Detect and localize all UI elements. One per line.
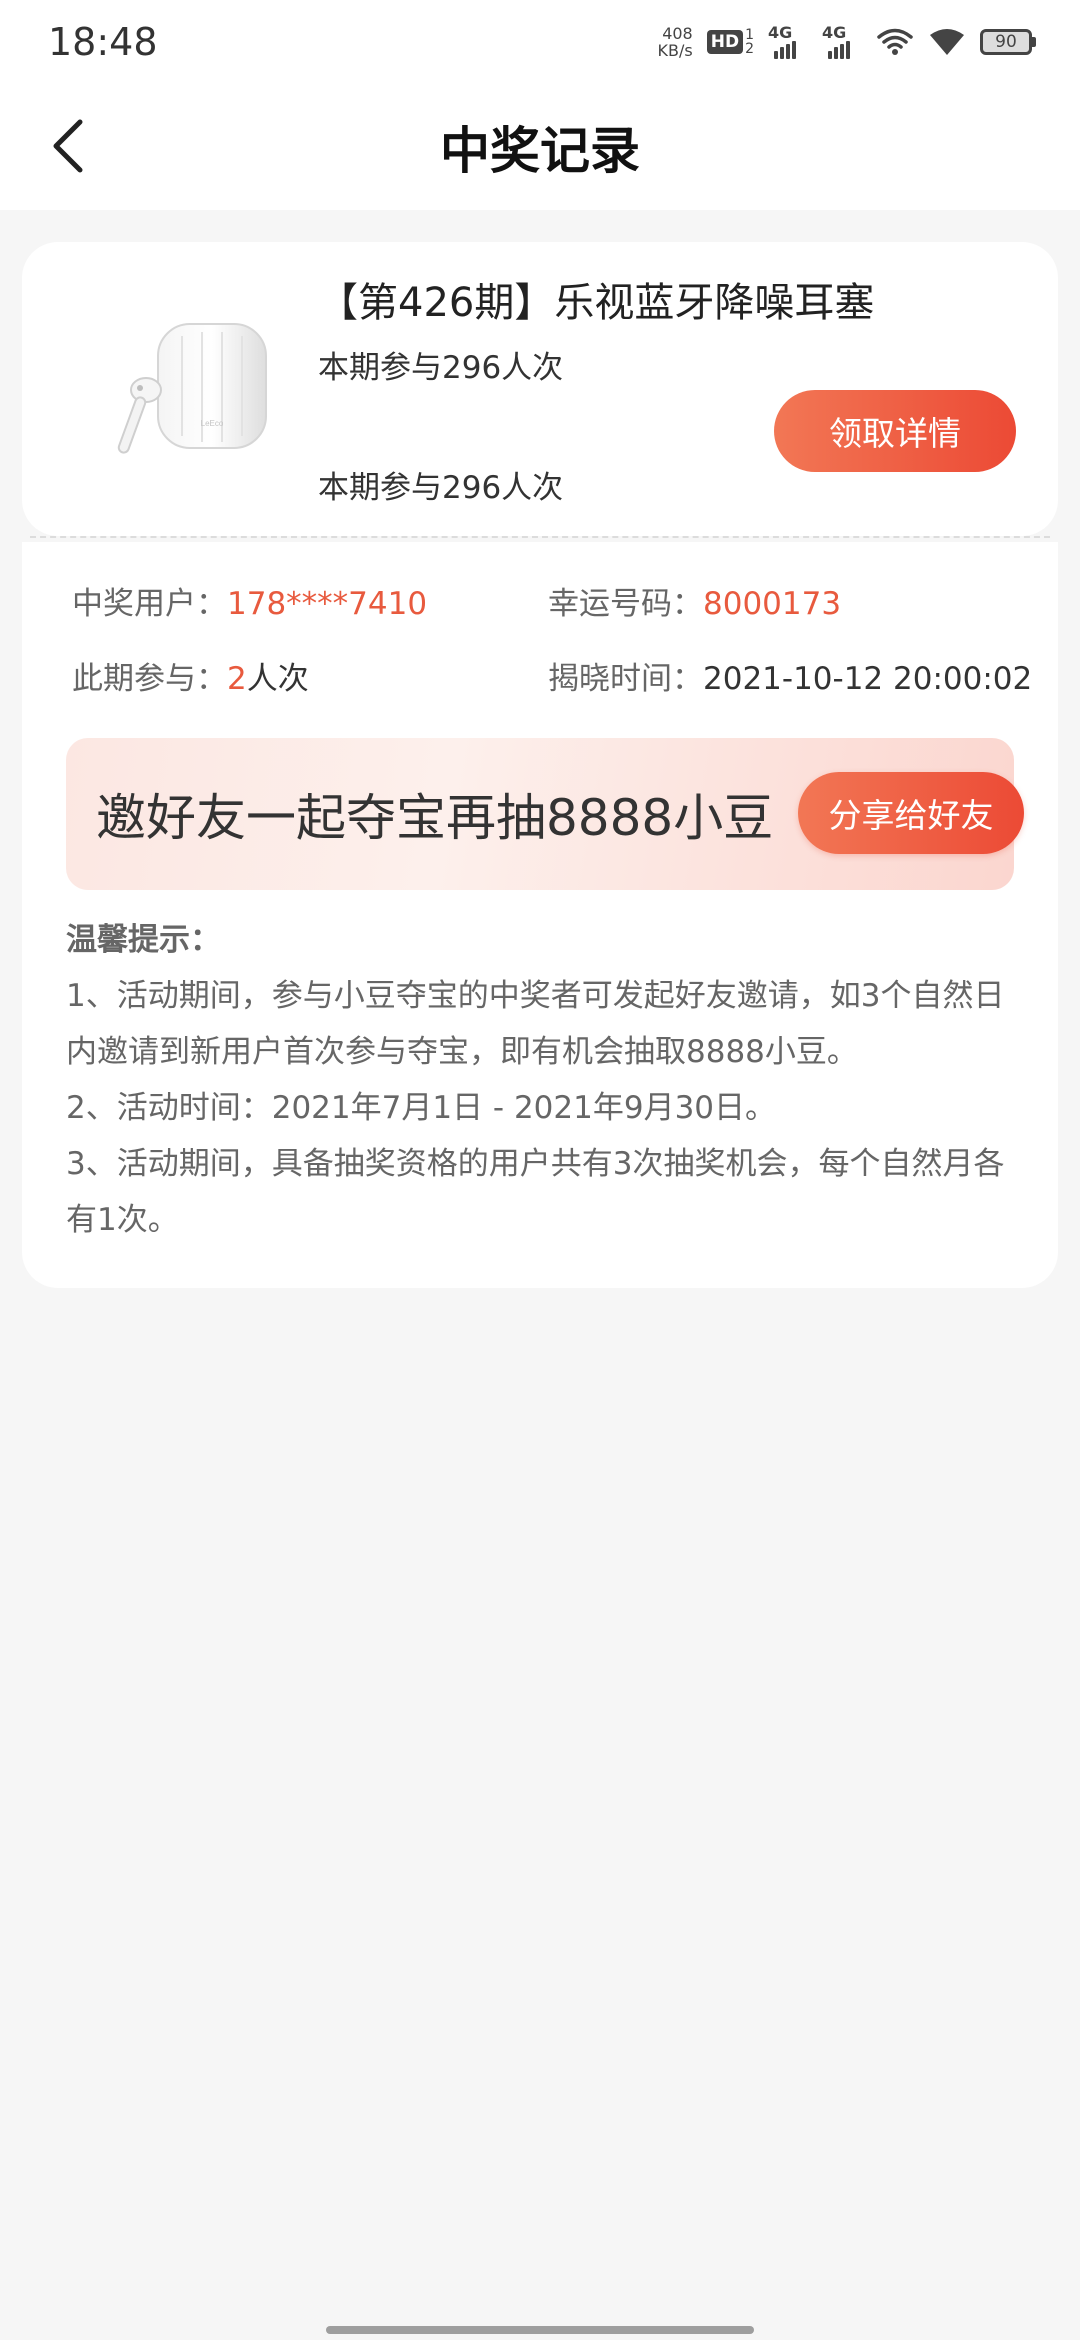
signal2-label: 4G <box>822 23 847 42</box>
battery-icon: 90 <box>980 29 1036 55</box>
chevron-left-icon <box>53 119 83 173</box>
back-button[interactable] <box>40 114 96 178</box>
network-speed: 408 KB/s <box>658 25 693 59</box>
tips-title: 温馨提示： <box>66 922 221 958</box>
winner-user-row: 中奖用户：178****7410 <box>72 578 427 623</box>
lucky-number-value: 8000173 <box>703 586 842 622</box>
page-title: 中奖记录 <box>440 122 640 180</box>
invite-text: 邀好友一起夺宝再抽8888小豆 <box>96 789 774 847</box>
product-card[interactable]: LeEco 【第426期】乐视蓝牙降噪耳塞 本期参与296人次 本期参与296人… <box>22 242 1058 536</box>
signal1-label: 4G <box>768 23 793 42</box>
status-icons: 408 KB/s HD 1 2 4G 4G 90 <box>658 23 1036 59</box>
network-speed-unit: KB/s <box>657 41 693 60</box>
hd-voice-icon: HD 1 2 <box>706 28 754 56</box>
tip-line-2: 2、活动时间：2021年7月1日 - 2021年9月30日。 <box>66 1090 777 1126</box>
share-to-friends-button[interactable]: 分享给好友 <box>798 772 1024 854</box>
lucky-number-label: 幸运号码： <box>548 586 703 622</box>
hd-label: HD <box>706 30 744 54</box>
details-card: 中奖用户：178****7410 幸运号码：8000173 此期参与：2人次 揭… <box>22 542 1058 1288</box>
product-brand-mark: LeEco <box>201 419 224 428</box>
product-title: 【第426期】乐视蓝牙降噪耳塞 <box>318 280 875 326</box>
tip-line-3: 3、活动期间，具备抽奖资格的用户共有3次抽奖机会，每个自然月各有1次。 <box>66 1146 1005 1238</box>
status-time: 18:48 <box>48 20 158 64</box>
winner-user-value: 178****7410 <box>227 586 428 622</box>
earbuds-product-image: LeEco <box>117 323 267 454</box>
battery-level: 90 <box>995 32 1017 52</box>
signal-icon-sim2: 4G <box>822 23 862 59</box>
tip-line-1: 1、活动期间，参与小豆夺宝的中奖者可发起好友邀请，如3个自然日内邀请到新用户首次… <box>66 978 1005 1070</box>
signal-icon-sim1: 4G <box>768 23 808 59</box>
invite-banner: 邀好友一起夺宝再抽8888小豆 分享给好友 <box>66 738 1024 890</box>
network-speed-value: 408 <box>662 24 693 43</box>
participation-count-value: 2 <box>227 661 247 697</box>
status-bar: 18:48 408 KB/s HD 1 2 4G 4G 90 <box>0 0 1080 84</box>
nav-bar: 中奖记录 <box>0 84 1080 210</box>
home-indicator[interactable] <box>326 2326 754 2334</box>
participation-count: 本期参与296人次 <box>318 350 564 386</box>
claim-details-button[interactable]: 领取详情 <box>774 390 1016 472</box>
reveal-time-label: 揭晓时间： <box>548 661 703 697</box>
participation-unit: 人次 <box>246 661 309 697</box>
reveal-time-row: 揭晓时间：2021-10-12 20:00:02 <box>548 653 1032 698</box>
participation-row: 此期参与：2人次 <box>72 653 309 698</box>
hd-sim-numbers: 1 2 <box>745 28 754 56</box>
participation-label: 此期参与： <box>72 661 227 697</box>
winner-user-label: 中奖用户： <box>72 586 227 622</box>
wifi-hotspot-icon <box>877 28 913 55</box>
reveal-time-value: 2021-10-12 20:00:02 <box>703 661 1033 697</box>
participation-count-secondary: 本期参与296人次 <box>318 470 564 506</box>
hd-sim2: 2 <box>745 41 754 57</box>
dashed-divider <box>30 536 1050 538</box>
lucky-number-row: 幸运号码：8000173 <box>548 578 841 623</box>
wifi-icon <box>930 29 964 55</box>
tips-body: 1、活动期间，参与小豆夺宝的中奖者可发起好友邀请，如3个自然日内邀请到新用户首次… <box>66 968 1026 1248</box>
hd-sim1: 1 <box>745 27 754 43</box>
